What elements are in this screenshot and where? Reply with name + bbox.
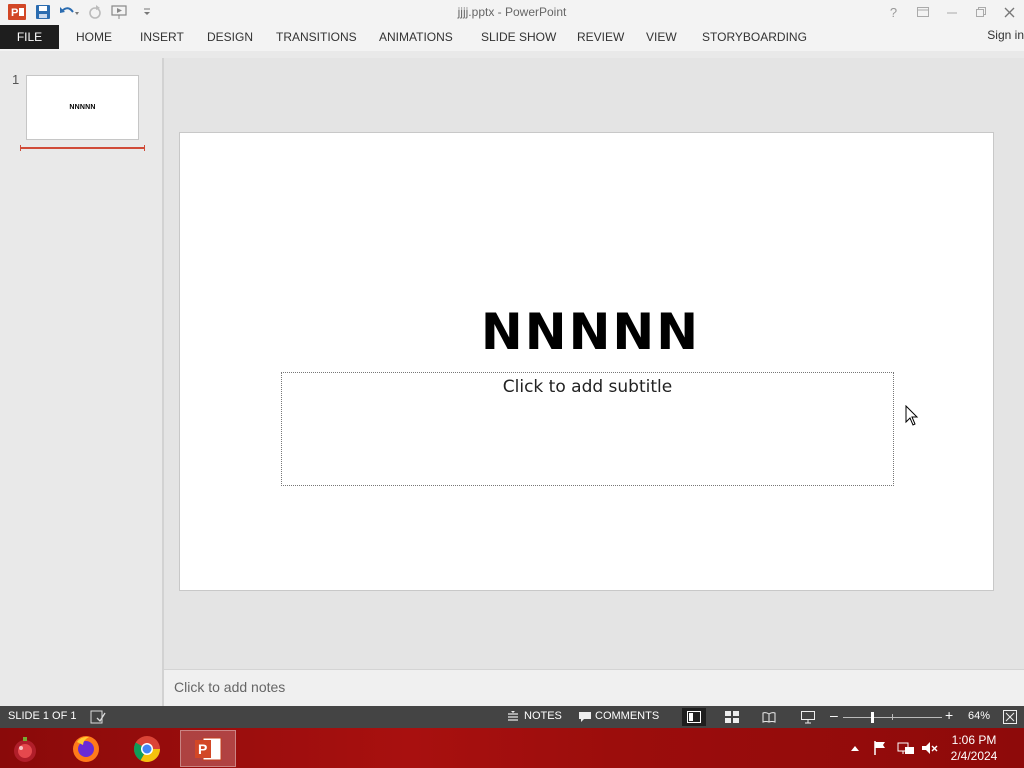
- fit-to-window-icon[interactable]: [1003, 709, 1017, 725]
- window-title: jjjj.pptx - PowerPoint: [457, 5, 567, 19]
- slide-canvas[interactable]: NNNNN Click to add subtitle: [179, 132, 994, 591]
- tab-slide-show[interactable]: SLIDE SHOW: [481, 30, 556, 44]
- tab-design[interactable]: DESIGN: [207, 30, 253, 44]
- svg-text:P: P: [198, 741, 207, 757]
- sign-in-link[interactable]: Sign in: [987, 28, 1024, 42]
- tab-animations[interactable]: ANIMATIONS: [379, 30, 453, 44]
- chrome-icon[interactable]: [119, 730, 175, 767]
- restore-icon[interactable]: [966, 0, 995, 24]
- slide-thumbnail[interactable]: NNNNN: [26, 75, 139, 140]
- taskbar-clock[interactable]: 1:06 PM 2/4/2024: [944, 732, 1004, 764]
- firefox-icon[interactable]: [58, 730, 114, 767]
- powerpoint-taskbar-icon[interactable]: P: [180, 730, 236, 767]
- comments-button[interactable]: COMMENTS: [595, 710, 659, 722]
- thumbnail-title: NNNNN: [69, 104, 96, 111]
- normal-view-button[interactable]: [682, 708, 706, 726]
- clock-date: 2/4/2024: [950, 749, 998, 763]
- tab-transitions[interactable]: TRANSITIONS: [276, 30, 357, 44]
- tab-storyboarding[interactable]: STORYBOARDING: [702, 30, 807, 44]
- zoom-slider-thumb[interactable]: [871, 712, 874, 723]
- clock-time: 1:06 PM: [951, 733, 997, 747]
- notes-button[interactable]: NOTES: [524, 710, 562, 722]
- thumbnail-number: 1: [12, 72, 20, 87]
- title-bar: P jjjj.pptx - PowerPoint ?: [0, 0, 1024, 24]
- insertion-marker: [20, 145, 145, 151]
- window-controls: ?: [879, 0, 1024, 24]
- mouse-cursor-icon: [905, 404, 919, 430]
- show-hidden-icons[interactable]: [850, 728, 860, 768]
- close-icon[interactable]: [995, 0, 1024, 24]
- ribbon-display-options-icon[interactable]: [908, 0, 937, 24]
- help-icon[interactable]: ?: [879, 0, 908, 24]
- windows-taskbar: P 1:06 PM 2/4/2024: [0, 728, 1024, 768]
- zoom-out-button[interactable]: –: [830, 707, 838, 723]
- subtitle-placeholder-text: Click to add subtitle: [502, 377, 673, 397]
- minimize-icon[interactable]: [937, 0, 966, 24]
- zoom-slider-midpoint: [892, 714, 893, 720]
- zoom-level[interactable]: 64%: [968, 710, 990, 722]
- ribbon-tabs: FILE HOME INSERT DESIGN TRANSITIONS ANIM…: [0, 24, 1024, 51]
- tab-review[interactable]: REVIEW: [577, 30, 624, 44]
- spell-check-icon[interactable]: [90, 709, 106, 725]
- tab-home[interactable]: HOME: [76, 30, 112, 44]
- reading-view-button[interactable]: [757, 708, 781, 726]
- action-center-flag-icon[interactable]: [872, 728, 888, 768]
- slide-thumbnail-pane: [0, 58, 162, 706]
- start-button[interactable]: [0, 730, 50, 767]
- tab-file[interactable]: FILE: [0, 25, 59, 49]
- notes-pane[interactable]: Click to add notes: [164, 669, 1024, 706]
- comments-icon[interactable]: [578, 709, 592, 725]
- slide-show-view-button[interactable]: [796, 708, 820, 726]
- slide-counter: SLIDE 1 OF 1: [8, 710, 77, 722]
- zoom-in-button[interactable]: +: [945, 707, 953, 723]
- status-bar: SLIDE 1 OF 1 NOTES COMMENTS – + 64%: [0, 706, 1024, 728]
- tab-view[interactable]: VIEW: [646, 30, 677, 44]
- slide-sorter-view-button[interactable]: [720, 708, 744, 726]
- network-icon[interactable]: [897, 728, 915, 768]
- subtitle-placeholder[interactable]: Click to add subtitle: [281, 372, 894, 486]
- slide-title[interactable]: NNNNN: [180, 303, 993, 361]
- volume-muted-icon[interactable]: [921, 728, 939, 768]
- notes-placeholder: Click to add notes: [174, 679, 286, 695]
- tab-insert[interactable]: INSERT: [140, 30, 184, 44]
- notes-icon[interactable]: [507, 709, 519, 725]
